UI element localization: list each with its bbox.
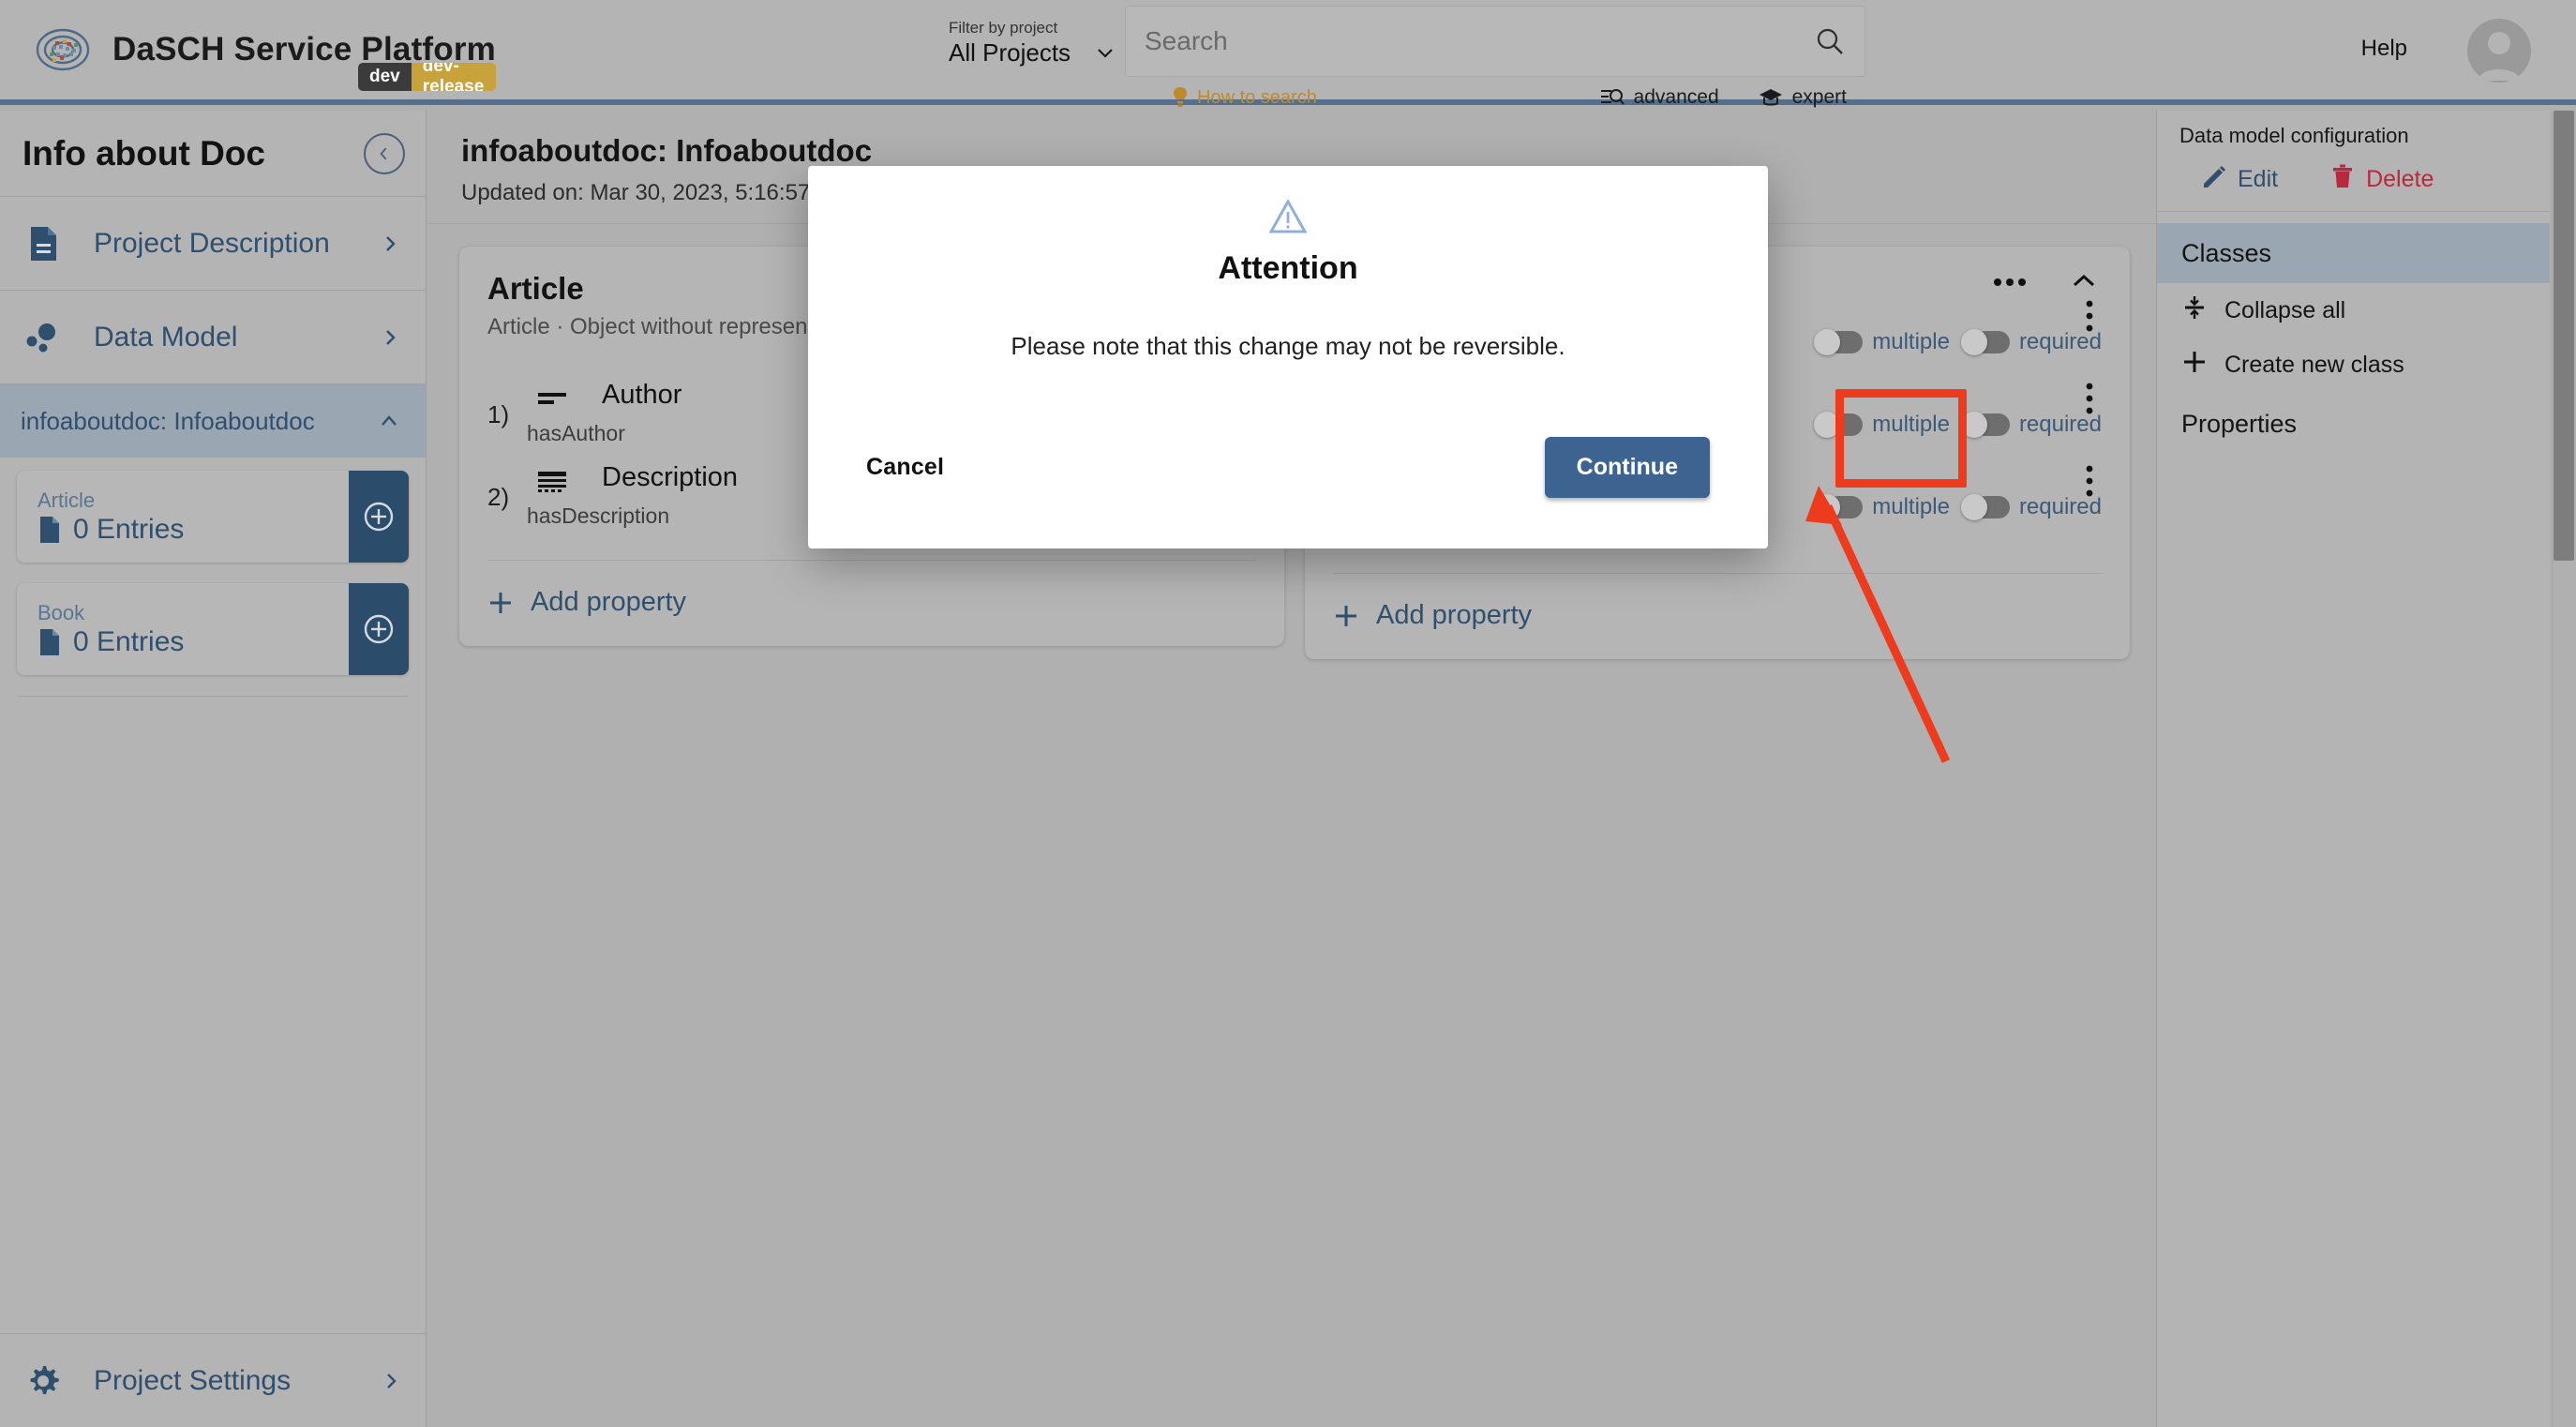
dialog-message: Please note that this change may not be … <box>808 332 1768 361</box>
dialog-actions: Cancel Continue <box>808 437 1768 498</box>
app-root: DaSCH Service Platform dev dev-release F… <box>0 0 2576 1427</box>
cancel-button[interactable]: Cancel <box>866 454 944 481</box>
continue-button[interactable]: Continue <box>1545 437 1710 498</box>
warning-triangle-icon <box>808 200 1768 233</box>
attention-dialog: Attention Please note that this change m… <box>808 166 1768 548</box>
dialog-title: Attention <box>808 250 1768 287</box>
